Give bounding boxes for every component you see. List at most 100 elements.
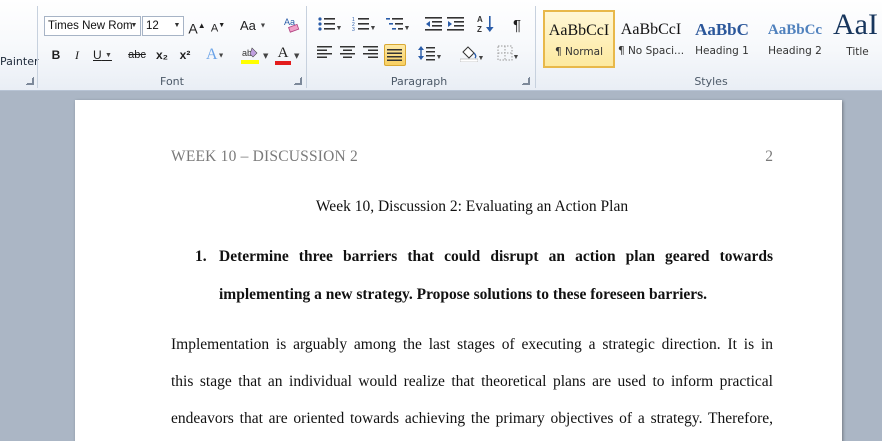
justify-icon xyxy=(387,49,402,61)
numbering-button[interactable]: 1 2 3 ▼ xyxy=(350,16,378,36)
style-name: ¶ No Spaci... xyxy=(617,45,685,57)
align-center-button[interactable] xyxy=(339,45,357,65)
chevron-down-icon[interactable]: ▼ xyxy=(171,17,183,35)
style-sample: AaBbC xyxy=(695,20,749,39)
change-case-glyph: Aa xyxy=(240,18,256,33)
style-sample: AaI xyxy=(833,8,878,41)
borders-icon xyxy=(497,45,513,61)
decrease-indent-button[interactable] xyxy=(424,16,444,36)
style-heading-2[interactable]: AaBbCc Heading 2 xyxy=(760,10,830,68)
pilcrow-icon: ¶ xyxy=(512,17,522,34)
font-size-value: 12 xyxy=(146,20,159,32)
page-number[interactable]: 2 xyxy=(765,148,773,166)
align-right-button[interactable] xyxy=(362,45,380,65)
text-effects-button[interactable]: A▼ xyxy=(206,45,225,65)
group-separator xyxy=(535,6,536,88)
style-sample: AaBbCc xyxy=(767,22,823,38)
style-heading-1[interactable]: AaBbC Heading 1 xyxy=(688,10,756,68)
line-spacing-icon xyxy=(417,46,435,61)
grow-font-glyph: A xyxy=(188,20,198,37)
clear-formatting-icon: Aa xyxy=(284,17,300,33)
styles-group-label: Styles xyxy=(694,75,728,88)
style-sample: AaBbCcI xyxy=(548,22,610,39)
text-effects-glyph: A xyxy=(206,46,218,63)
style-name: ¶ Normal xyxy=(554,46,603,58)
body-text-line[interactable]: endeavors that are oriented towards achi… xyxy=(171,410,773,428)
style-name: Title xyxy=(846,46,869,58)
multilevel-list-button[interactable]: ▼ xyxy=(384,16,412,36)
numbered-list-icon: 1 2 3 xyxy=(352,17,369,33)
font-color-bar xyxy=(275,61,291,65)
superscript-button[interactable]: x² xyxy=(176,45,194,65)
style-no-spacing[interactable]: AaBbCcI ¶ No Spaci... xyxy=(615,10,687,68)
align-left-icon xyxy=(317,46,332,58)
sort-button[interactable]: A Z xyxy=(476,14,496,34)
ribbon: Painter Times New Rom ▼ 12 ▼ A▲ A▼ Aa ▼ … xyxy=(0,0,882,91)
font-name-value: Times New Rom xyxy=(48,20,133,32)
align-center-icon xyxy=(340,46,355,58)
paint-bucket-icon xyxy=(459,46,478,63)
line-spacing-button[interactable]: ▼ xyxy=(416,45,444,65)
bullet-list-icon xyxy=(317,17,335,31)
font-group-label: Font xyxy=(160,75,184,88)
body-text-line[interactable]: Implementation is arguably among the las… xyxy=(171,336,773,354)
sort-az-icon: A Z xyxy=(477,15,494,34)
multilevel-list-icon xyxy=(385,18,403,30)
increase-indent-icon xyxy=(447,17,464,31)
chevron-down-icon[interactable]: ▼ xyxy=(128,17,140,35)
underline-button[interactable]: U ▼ xyxy=(93,45,112,65)
paragraph-launcher-icon[interactable] xyxy=(522,77,530,85)
italic-button[interactable]: I xyxy=(68,45,86,65)
shading-button[interactable]: ▼ xyxy=(458,44,486,64)
question-line[interactable]: Determine three barriers that could disr… xyxy=(219,248,773,266)
align-left-button[interactable] xyxy=(316,45,334,65)
bold-glyph: B xyxy=(51,48,61,62)
font-name-combo[interactable]: Times New Rom ▼ xyxy=(44,16,141,36)
bullets-button[interactable]: ▼ xyxy=(316,16,344,36)
underline-glyph: U xyxy=(93,48,102,62)
group-separator xyxy=(37,6,38,88)
svg-text:A: A xyxy=(477,15,483,24)
change-case-button[interactable]: Aa ▼ xyxy=(240,16,266,36)
bold-button[interactable]: B xyxy=(47,45,65,65)
style-normal[interactable]: AaBbCcI ¶ Normal xyxy=(543,10,615,68)
highlight-color-button[interactable]: ab xyxy=(238,45,262,65)
align-right-icon xyxy=(363,46,378,58)
subscript-glyph: x₂ xyxy=(155,48,168,62)
decrease-indent-icon xyxy=(425,17,442,31)
chevron-down-icon[interactable]: ▼ xyxy=(294,52,299,60)
shrink-font-button[interactable]: A▼ xyxy=(209,16,227,36)
clipboard-launcher-icon[interactable] xyxy=(26,77,34,85)
strikethrough-glyph: abc xyxy=(128,49,146,61)
font-color-glyph: A xyxy=(277,45,289,61)
justify-button[interactable] xyxy=(384,44,406,66)
document-page[interactable]: WEEK 10 – DISCUSSION 2 2 Week 10, Discus… xyxy=(75,100,842,441)
chevron-down-icon[interactable]: ▼ xyxy=(263,52,268,60)
style-title[interactable]: AaI Title xyxy=(833,6,882,68)
grow-font-button[interactable]: A▲ xyxy=(188,16,206,37)
font-launcher-icon[interactable] xyxy=(294,77,302,85)
style-sample: AaBbCcI xyxy=(620,21,682,38)
font-size-combo[interactable]: 12 ▼ xyxy=(142,16,184,36)
show-formatting-button[interactable]: ¶ xyxy=(508,16,526,36)
list-number: 1. xyxy=(195,248,207,265)
clear-formatting-button[interactable]: Aa xyxy=(282,14,302,34)
svg-text:3: 3 xyxy=(352,27,355,32)
question-line[interactable]: implementing a new strategy. Propose sol… xyxy=(219,286,773,304)
strikethrough-button[interactable]: abc xyxy=(128,45,146,65)
format-painter-label[interactable]: Painter xyxy=(0,55,39,68)
highlighter-icon: ab xyxy=(241,47,259,64)
font-color-button[interactable]: A xyxy=(274,45,292,65)
document-title[interactable]: Week 10, Discussion 2: Evaluating an Act… xyxy=(171,198,773,216)
increase-indent-button[interactable] xyxy=(446,16,466,36)
style-name: Heading 1 xyxy=(695,45,749,57)
italic-glyph: I xyxy=(75,48,79,62)
svg-text:Z: Z xyxy=(477,25,482,34)
style-name: Heading 2 xyxy=(768,45,822,57)
superscript-glyph: x² xyxy=(179,48,191,62)
paragraph-group-label: Paragraph xyxy=(390,75,448,88)
page-header-title[interactable]: WEEK 10 – DISCUSSION 2 xyxy=(171,148,358,166)
borders-button[interactable]: ▼ xyxy=(494,45,522,65)
body-text-line[interactable]: this stage that an individual would real… xyxy=(171,373,773,391)
subscript-button[interactable]: x₂ xyxy=(153,45,171,65)
